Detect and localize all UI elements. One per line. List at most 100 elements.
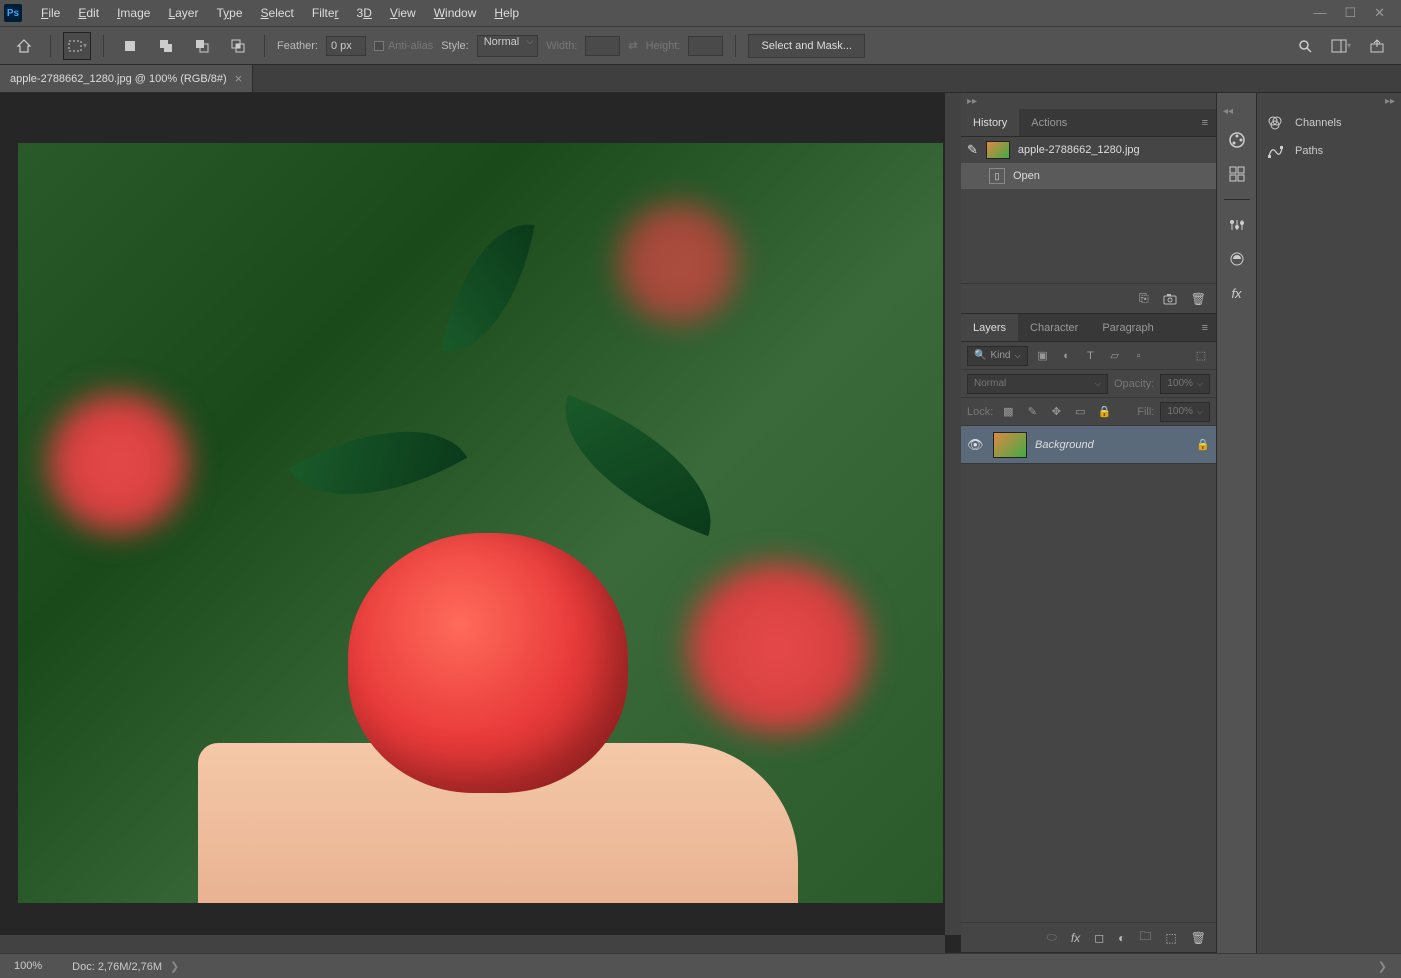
- filter-smart-icon[interactable]: ▫: [1130, 347, 1148, 365]
- layer-filter-select[interactable]: 🔍Kind⌵: [967, 346, 1028, 366]
- history-panel-menu-icon[interactable]: ≡: [1194, 117, 1216, 129]
- share-icon[interactable]: [1363, 32, 1391, 60]
- search-icon[interactable]: [1291, 32, 1319, 60]
- filter-shape-icon[interactable]: ▱: [1106, 347, 1124, 365]
- menu-window[interactable]: Window: [425, 3, 486, 23]
- menu-layer[interactable]: Layer: [159, 3, 207, 23]
- paths-label: Paths: [1295, 145, 1323, 157]
- filter-adjustment-icon[interactable]: ◐: [1058, 347, 1076, 365]
- tab-history[interactable]: History: [961, 109, 1019, 136]
- workspace-switcher-icon[interactable]: ▾: [1327, 32, 1355, 60]
- home-button[interactable]: [10, 32, 38, 60]
- collapse-right-icon[interactable]: ▸▸: [1385, 96, 1395, 107]
- document-tab[interactable]: apple-2788662_1280.jpg @ 100% (RGB/8#) ×: [0, 65, 253, 92]
- style-select[interactable]: Normal ⌵: [477, 35, 538, 57]
- height-input: [688, 36, 723, 56]
- vertical-scrollbar[interactable]: [945, 93, 961, 935]
- channels-panel-button[interactable]: Channels: [1257, 109, 1401, 137]
- lock-label: Lock:: [967, 406, 993, 418]
- collapsed-panel-strip: ◂◂ fx: [1216, 93, 1256, 953]
- link-layers-icon: ⬭: [1047, 930, 1057, 945]
- marquee-tool-preset[interactable]: ▾: [63, 32, 91, 60]
- lock-transparency-icon[interactable]: ▩: [999, 403, 1017, 421]
- menu-edit[interactable]: Edit: [69, 3, 108, 23]
- horizontal-scrollbar[interactable]: [0, 935, 945, 953]
- delete-layer-icon[interactable]: 🗑: [1191, 931, 1206, 945]
- feather-input[interactable]: [326, 36, 366, 56]
- menu-select[interactable]: Select: [252, 3, 303, 23]
- tab-actions[interactable]: Actions: [1019, 109, 1079, 136]
- layer-name[interactable]: Background: [1035, 439, 1094, 451]
- document-image: [18, 143, 943, 903]
- selection-new-icon[interactable]: [116, 32, 144, 60]
- select-and-mask-button[interactable]: Select and Mask...: [748, 34, 865, 58]
- swap-icon: ⇄: [628, 39, 637, 52]
- scroll-right-icon[interactable]: ❯: [1378, 960, 1387, 973]
- color-panel-icon[interactable]: [1222, 127, 1252, 153]
- fill-label: Fill:: [1137, 406, 1154, 418]
- swatches-panel-icon[interactable]: [1222, 161, 1252, 187]
- snapshot-icon[interactable]: [1163, 293, 1177, 305]
- zoom-level[interactable]: 100%: [14, 960, 42, 972]
- layer-row-background[interactable]: 👁 Background 🔒: [961, 426, 1216, 464]
- open-step-icon: ▯: [989, 168, 1005, 184]
- history-source-row[interactable]: ✎ apple-2788662_1280.jpg: [961, 137, 1216, 163]
- opacity-label: Opacity:: [1114, 378, 1154, 390]
- menu-3d[interactable]: 3D: [348, 3, 381, 23]
- menu-file[interactable]: File: [32, 3, 69, 23]
- canvas-area: [0, 93, 961, 953]
- filter-pixel-icon[interactable]: ▣: [1034, 347, 1052, 365]
- paths-panel-button[interactable]: Paths: [1257, 137, 1401, 165]
- visibility-toggle-icon[interactable]: 👁: [967, 437, 985, 453]
- layer-mask-icon[interactable]: ◻: [1094, 931, 1104, 945]
- minimize-button[interactable]: —: [1313, 5, 1326, 21]
- menu-help[interactable]: Help: [485, 3, 528, 23]
- menu-image[interactable]: Image: [108, 3, 159, 23]
- antialias-label: Anti-alias: [388, 40, 433, 52]
- styles-panel-icon[interactable]: [1222, 246, 1252, 272]
- history-step-row[interactable]: ▯ Open: [961, 163, 1216, 189]
- close-button[interactable]: ✕: [1374, 5, 1385, 21]
- adjustments-panel-icon[interactable]: [1222, 212, 1252, 238]
- tab-character[interactable]: Character: [1018, 314, 1090, 341]
- maximize-button[interactable]: ☐: [1344, 5, 1356, 21]
- adjustment-layer-icon[interactable]: ◐: [1118, 931, 1125, 945]
- menu-filter[interactable]: Filter: [303, 3, 348, 23]
- layers-panel-menu-icon[interactable]: ≡: [1194, 322, 1216, 334]
- lock-pixels-icon[interactable]: ✎: [1023, 403, 1041, 421]
- channels-paths-dock: ▸▸ Channels Paths: [1256, 93, 1401, 953]
- document-info[interactable]: Doc: 2,76M/2,76M❯: [72, 960, 179, 973]
- libraries-panel-icon[interactable]: fx: [1222, 280, 1252, 306]
- feather-label: Feather:: [277, 40, 318, 52]
- menu-type[interactable]: Type: [207, 3, 251, 23]
- style-label: Style:: [441, 40, 469, 52]
- tab-close-icon[interactable]: ×: [235, 71, 243, 86]
- trash-icon[interactable]: 🗑: [1191, 292, 1206, 306]
- canvas-viewport[interactable]: [0, 93, 961, 953]
- new-document-from-state-icon[interactable]: ⎘: [1139, 291, 1149, 306]
- menu-view[interactable]: View: [381, 3, 425, 23]
- lock-position-icon[interactable]: ✥: [1047, 403, 1065, 421]
- tab-layers[interactable]: Layers: [961, 314, 1018, 341]
- selection-add-icon[interactable]: [152, 32, 180, 60]
- paths-icon: [1267, 144, 1285, 158]
- document-tab-title: apple-2788662_1280.jpg @ 100% (RGB/8#): [10, 73, 227, 85]
- new-layer-icon[interactable]: ⬚: [1165, 931, 1176, 945]
- group-icon[interactable]: 🗀: [1139, 927, 1151, 948]
- filter-type-icon[interactable]: T: [1082, 347, 1100, 365]
- tab-paragraph[interactable]: Paragraph: [1090, 314, 1165, 341]
- lock-artboard-icon[interactable]: ▭: [1071, 403, 1089, 421]
- width-label: Width:: [546, 40, 577, 52]
- filter-toggle-icon[interactable]: ⬚: [1192, 347, 1210, 365]
- opacity-input: 100%⌵: [1160, 374, 1210, 394]
- blend-mode-select: Normal⌵: [967, 374, 1108, 394]
- layer-lock-icon[interactable]: 🔒: [1196, 438, 1210, 451]
- lock-all-icon[interactable]: 🔒: [1095, 403, 1113, 421]
- layer-thumbnail[interactable]: [993, 432, 1027, 458]
- selection-intersect-icon[interactable]: [224, 32, 252, 60]
- collapse-panels-icon[interactable]: ▸▸: [967, 96, 977, 107]
- history-panel: History Actions ≡ ✎ apple-2788662_1280.j…: [961, 109, 1216, 314]
- selection-subtract-icon[interactable]: [188, 32, 216, 60]
- layer-style-icon[interactable]: fx: [1071, 931, 1080, 945]
- expand-panels-icon[interactable]: ◂◂: [1223, 106, 1233, 117]
